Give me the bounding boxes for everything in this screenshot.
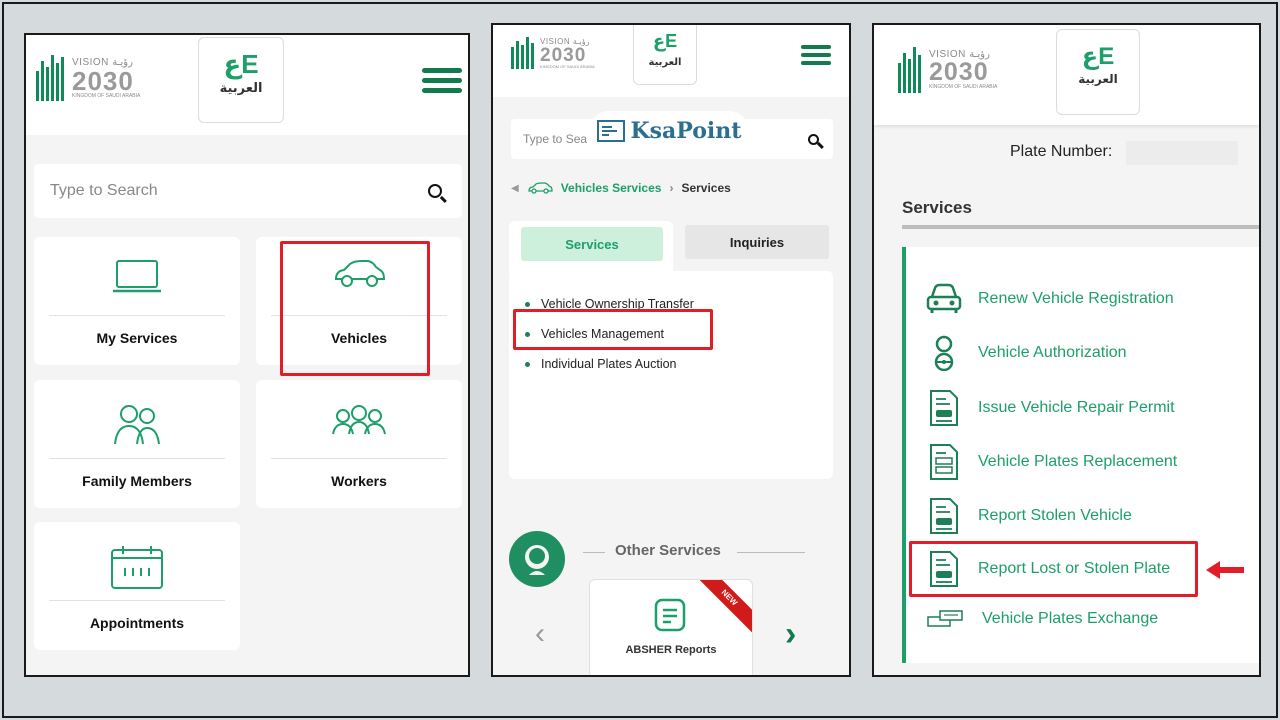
pointer-arrow-icon — [1206, 561, 1244, 579]
carousel-prev-icon[interactable]: ‹ — [535, 617, 545, 651]
car-front-icon — [926, 283, 962, 313]
new-badge: NEW — [691, 580, 752, 636]
service-individual-plates-auction[interactable]: Individual Plates Auction — [525, 349, 833, 379]
vision-2030-logo: VISION رؤيـة 2030 KINGDOM OF SAUDI ARABI… — [929, 49, 998, 90]
carousel-next-icon[interactable]: › — [785, 615, 796, 654]
tab-bar: Services Inquiries — [509, 221, 833, 273]
absher-logo: VISION رؤيـة 2030 KINGDOM OF SAUDI ARABI… — [36, 55, 140, 101]
breadcrumb-separator: › — [669, 181, 674, 195]
breadcrumb: ◀ Vehicles Services › Services — [511, 181, 731, 195]
language-icon: عE — [223, 49, 259, 79]
hamburger-menu-icon[interactable] — [801, 45, 831, 70]
app-header: VISION رؤيـة 2030 KINGDOM OF SAUDI ARABI… — [874, 25, 1259, 125]
family-icon — [34, 402, 240, 446]
vision-2030-logo: VISION رؤيـة 2030 KINGDOM OF SAUDI ARABI… — [540, 36, 595, 69]
tile-my-services[interactable]: My Services — [34, 237, 240, 365]
document-icon — [930, 498, 958, 534]
back-chevron-icon[interactable]: ◀ — [511, 183, 519, 194]
report-document-icon — [654, 598, 686, 637]
breadcrumb-current: Services — [681, 181, 731, 195]
service-vehicle-authorization[interactable]: Vehicle Authorization — [926, 335, 1127, 371]
service-vehicle-plates-replacement[interactable]: Vehicle Plates Replacement — [926, 443, 1177, 481]
document-icon — [930, 390, 958, 426]
document-icon — [930, 444, 958, 480]
report-lost-plate-highlight — [909, 541, 1198, 597]
language-icon: عE — [1081, 43, 1115, 70]
plates-icon — [927, 610, 963, 627]
services-heading: Services — [902, 198, 972, 217]
service-vehicle-plates-exchange[interactable]: Vehicle Plates Exchange — [926, 609, 1158, 629]
tile-appointments[interactable]: Appointments — [34, 522, 240, 650]
language-toggle[interactable]: عE العربية — [633, 25, 697, 85]
absher-reports-card[interactable]: NEW ABSHER Reports — [589, 579, 753, 675]
search-input[interactable]: Type to Search — [34, 164, 462, 218]
app-header: VISION رؤيـة 2030 KINGDOM OF SAUDI ARABI… — [26, 35, 468, 135]
vehicles-management-highlight — [513, 309, 713, 350]
vehicle-services-list-panel: VISION رؤيـة 2030 KINGDOM OF SAUDI ARABI… — [872, 23, 1261, 677]
language-icon: عE — [652, 31, 678, 51]
car-icon — [528, 182, 553, 194]
tab-inquiries[interactable]: Inquiries — [685, 225, 829, 259]
language-toggle[interactable]: عE العربية — [198, 37, 284, 123]
watermark-icon — [596, 120, 625, 142]
absher-logo: VISION رؤيـة 2030 KINGDOM OF SAUDI ARABI… — [511, 37, 595, 69]
search-icon[interactable] — [428, 184, 442, 198]
home-screen-panel: VISION رؤيـة 2030 KINGDOM OF SAUDI ARABI… — [24, 33, 470, 677]
tile-family-members[interactable]: Family Members — [34, 380, 240, 508]
tile-workers[interactable]: Workers — [256, 380, 462, 508]
service-report-stolen-vehicle[interactable]: Report Stolen Vehicle — [926, 497, 1132, 535]
vision-2030-logo: VISION رؤيـة 2030 KINGDOM OF SAUDI ARABI… — [72, 56, 141, 99]
ksapoint-watermark: KsaPoint — [589, 111, 749, 151]
chat-assistant-icon[interactable] — [509, 531, 565, 587]
breadcrumb-vehicles-services[interactable]: Vehicles Services — [561, 181, 662, 195]
calendar-icon — [34, 544, 240, 590]
other-services-heading: Other Services — [615, 542, 721, 559]
absher-logo: VISION رؤيـة 2030 KINGDOM OF SAUDI ARABI… — [898, 47, 997, 93]
workers-icon — [256, 402, 462, 436]
tab-services[interactable]: Services — [521, 227, 663, 261]
app-header: VISION رؤيـة 2030 KINGDOM OF SAUDI ARABI… — [493, 25, 849, 97]
vehicles-highlight — [280, 241, 430, 376]
plate-number-value — [1126, 141, 1238, 165]
service-renew-vehicle-registration[interactable]: Renew Vehicle Registration — [926, 283, 1174, 315]
language-toggle[interactable]: عE العربية — [1056, 29, 1140, 115]
vehicles-services-panel: VISION رؤيـة 2030 KINGDOM OF SAUDI ARABI… — [491, 23, 851, 677]
plate-number-label: Plate Number: — [1010, 143, 1113, 160]
hamburger-menu-icon[interactable] — [422, 68, 462, 98]
service-issue-vehicle-repair-permit[interactable]: Issue Vehicle Repair Permit — [926, 389, 1175, 427]
laptop-icon — [34, 259, 240, 295]
search-icon[interactable] — [808, 133, 819, 145]
services-card: Vehicle Ownership Transfer Vehicles Mana… — [509, 271, 833, 479]
driver-icon — [934, 335, 954, 371]
